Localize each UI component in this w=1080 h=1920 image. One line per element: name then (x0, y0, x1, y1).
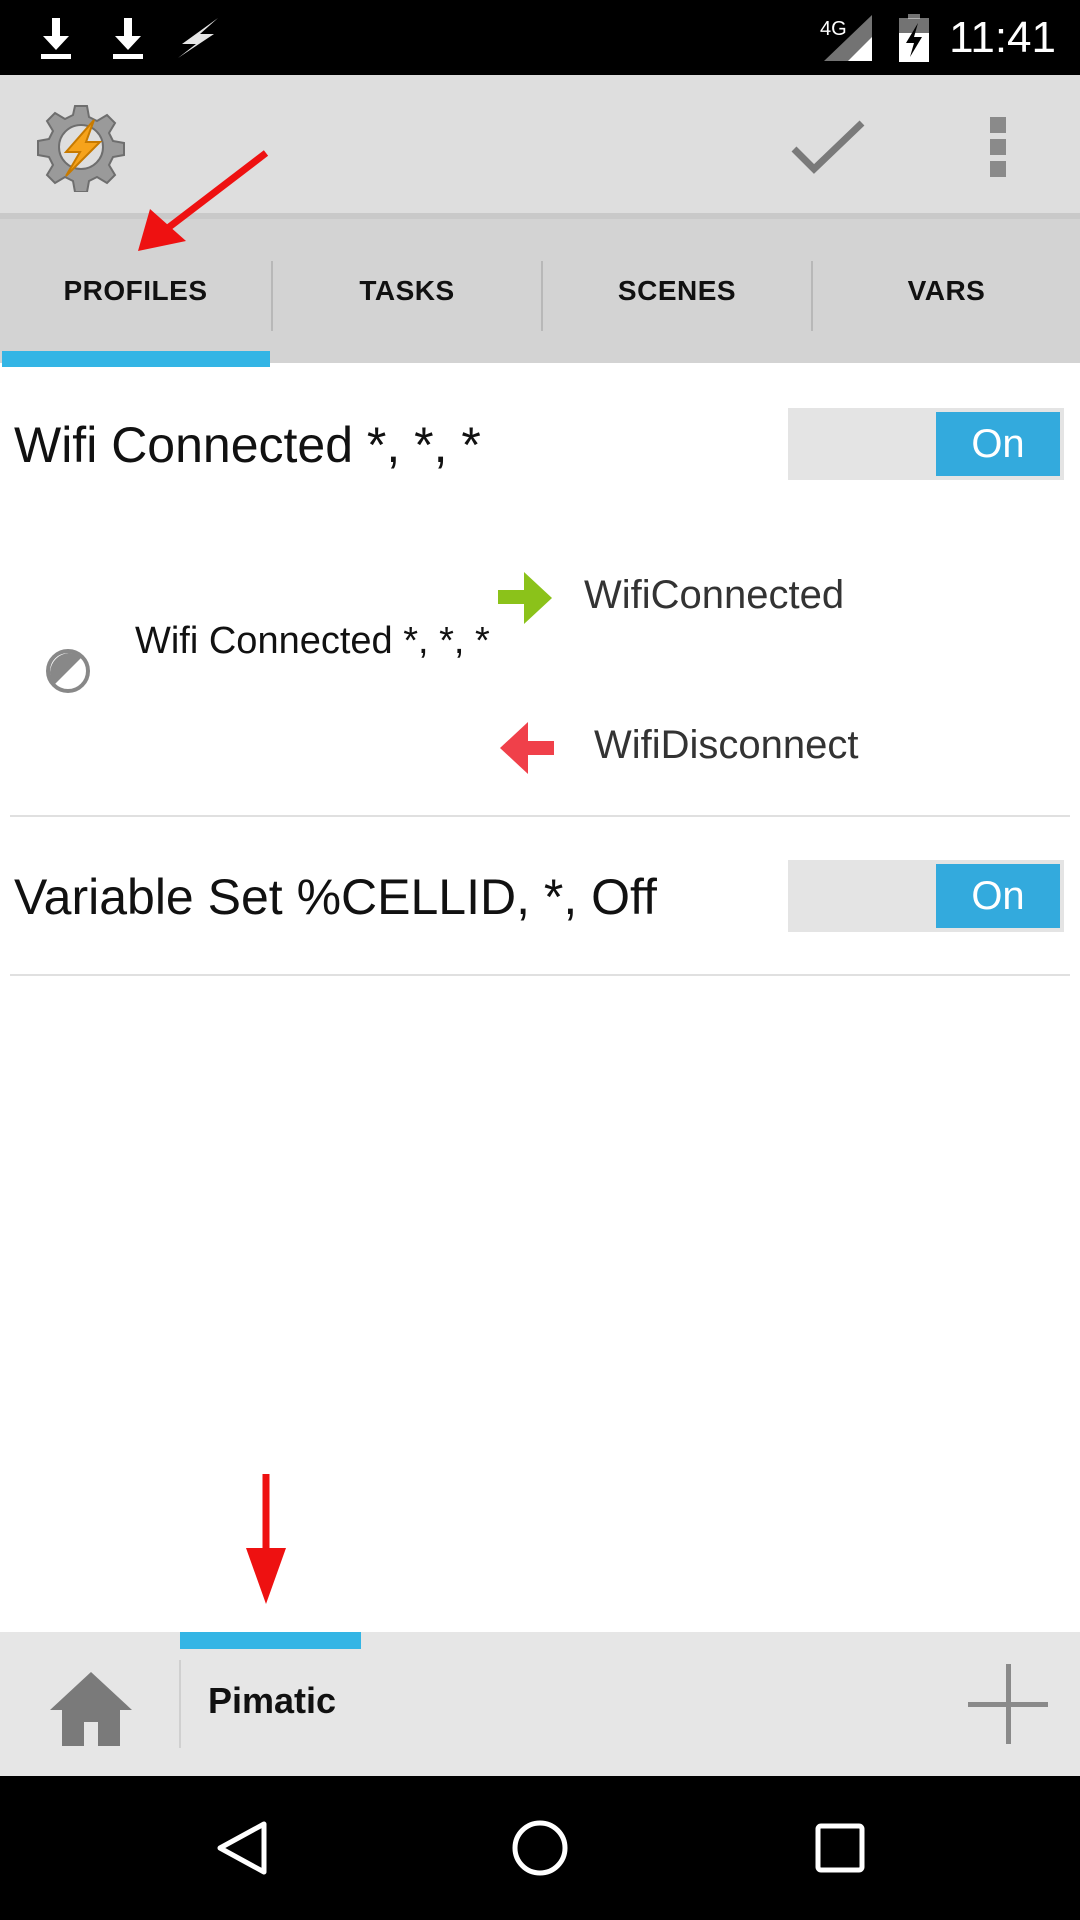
project-tab-pimatic[interactable]: Pimatic (208, 1680, 336, 1722)
flash-icon (170, 0, 226, 75)
home-icon[interactable] (48, 1668, 134, 1748)
exit-task-arrow-icon (496, 720, 556, 776)
back-icon[interactable] (182, 1776, 302, 1920)
enter-task-name[interactable]: WifiConnected (584, 573, 844, 618)
overflow-menu-icon[interactable] (970, 105, 1026, 189)
tab-selected-indicator (2, 351, 270, 367)
project-divider (179, 1660, 181, 1748)
status-clock: 11:41 (949, 13, 1056, 62)
annotation-arrow-icon (246, 1474, 286, 1604)
download-icon (32, 0, 80, 75)
signal-icon: 4G (818, 0, 874, 75)
profile-toggle[interactable]: On (788, 408, 1064, 480)
list-divider (10, 815, 1070, 817)
svg-text:4G: 4G (820, 18, 847, 40)
recents-icon[interactable] (780, 1776, 900, 1920)
home-circle-icon[interactable] (480, 1776, 600, 1920)
checkmark-icon[interactable] (780, 105, 876, 189)
project-bar (0, 1632, 1080, 1776)
profile-title[interactable]: Wifi Connected *, *, * (14, 416, 481, 474)
profile-toggle[interactable]: On (788, 860, 1064, 932)
context-state-icon[interactable] (44, 647, 92, 695)
exit-task-name[interactable]: WifiDisconnect (594, 723, 859, 768)
annotation-arrow-icon (138, 150, 269, 251)
plus-icon[interactable] (966, 1662, 1050, 1746)
tasker-gear-icon (36, 102, 126, 193)
tab-tasks[interactable]: TASKS (273, 219, 541, 363)
list-divider (10, 974, 1070, 976)
tab-scenes[interactable]: SCENES (543, 219, 811, 363)
profile-title[interactable]: Variable Set %CELLID, *, Off (14, 868, 657, 926)
tab-vars[interactable]: VARS (813, 219, 1080, 363)
toggle-on-label: On (936, 412, 1060, 476)
navigation-bar (0, 1776, 1080, 1920)
download-icon (104, 0, 152, 75)
context-label[interactable]: Wifi Connected *, *, * (135, 618, 505, 664)
status-bar: 4G 11:41 (0, 0, 1080, 75)
toggle-on-label: On (936, 864, 1060, 928)
project-selected-indicator (180, 1632, 361, 1649)
enter-task-arrow-icon (496, 570, 556, 626)
battery-charging-icon (894, 0, 934, 75)
